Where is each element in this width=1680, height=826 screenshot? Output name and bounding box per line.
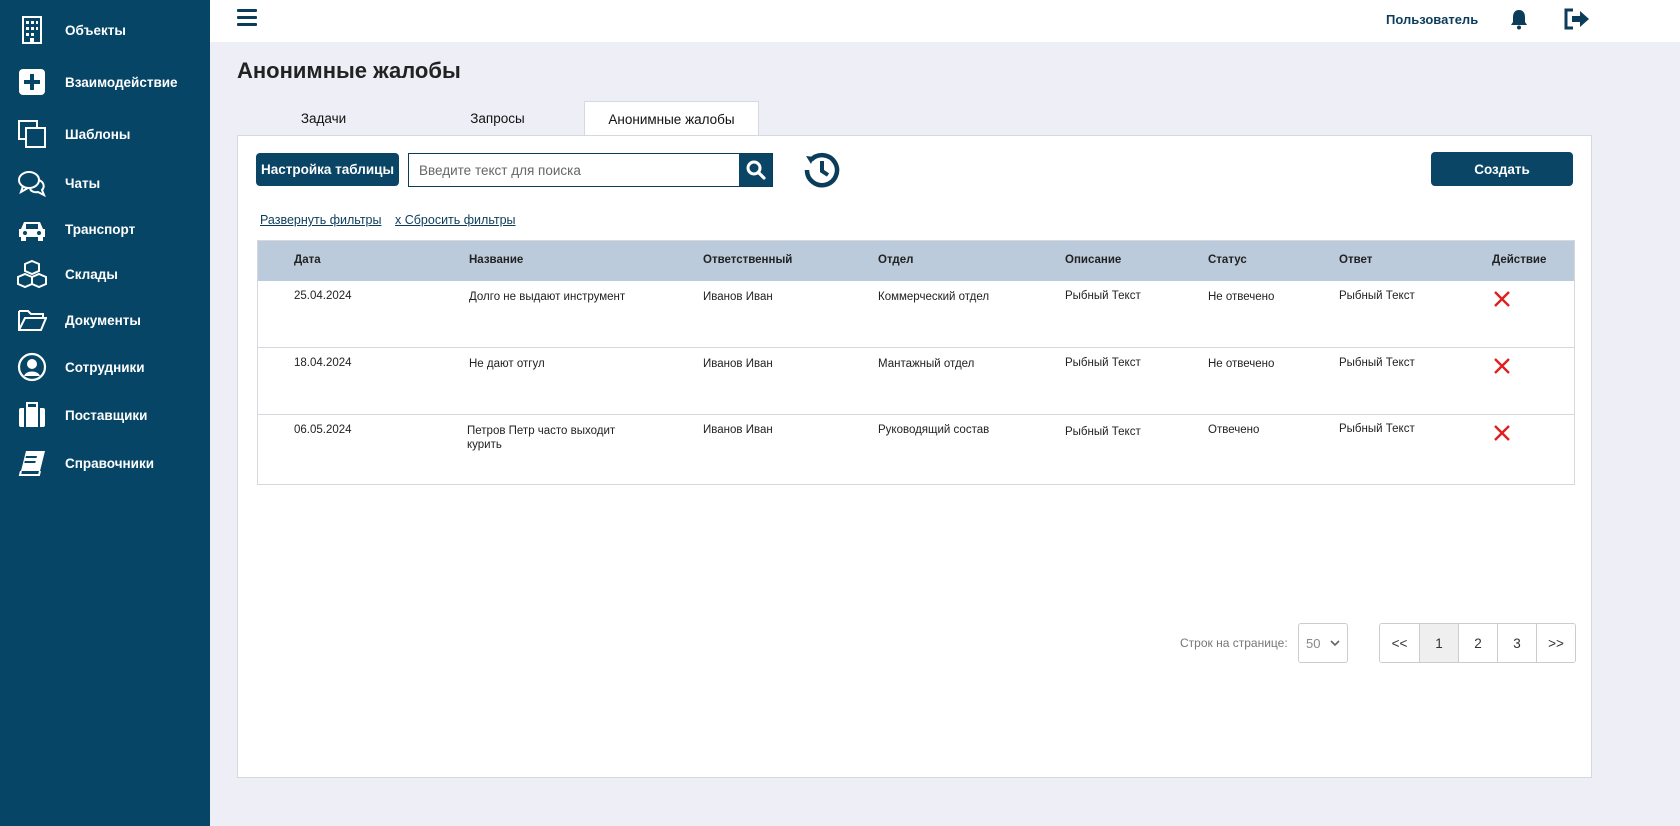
expand-filters-link[interactable]: Развернуть фильтры bbox=[260, 213, 382, 227]
table-row[interactable]: 25.04.2024 Долго не выдают инструмент Ив… bbox=[258, 281, 1574, 348]
sidebar-item-chats[interactable]: Чаты bbox=[0, 161, 210, 205]
page-button[interactable]: 3 bbox=[1497, 624, 1536, 662]
column-header-answer[interactable]: Ответ bbox=[1339, 254, 1372, 266]
plus-square-icon bbox=[16, 66, 48, 98]
cell-description: Рыбный Текст bbox=[1065, 426, 1141, 438]
create-button[interactable]: Создать bbox=[1431, 152, 1573, 186]
sidebar-item-documents[interactable]: Документы bbox=[0, 298, 210, 342]
user-menu-link[interactable]: Пользователь bbox=[1386, 12, 1478, 27]
book-icon bbox=[16, 447, 48, 479]
cell-department: Руководящий состав bbox=[878, 424, 990, 436]
cell-answer: Рыбный Текст bbox=[1339, 357, 1415, 369]
cell-name: Не дают отгул bbox=[469, 358, 545, 370]
bell-icon[interactable] bbox=[1508, 8, 1530, 30]
logout-icon[interactable] bbox=[1563, 7, 1591, 31]
table-row[interactable]: 18.04.2024 Не дают отгул Иванов Иван Ман… bbox=[258, 348, 1574, 415]
history-icon[interactable] bbox=[803, 151, 841, 189]
cell-answer: Рыбный Текст bbox=[1339, 290, 1415, 302]
delete-icon[interactable] bbox=[1492, 423, 1512, 443]
sidebar-item-reference[interactable]: Справочники bbox=[0, 441, 210, 485]
table-row[interactable]: 06.05.2024 Петров Петр часто выходит кур… bbox=[258, 416, 1574, 483]
menu-icon[interactable] bbox=[237, 9, 257, 29]
cell-responsible: Иванов Иван bbox=[703, 424, 773, 436]
rows-per-page-select[interactable]: 50 bbox=[1298, 623, 1348, 663]
sidebar-item-label: Склады bbox=[65, 266, 118, 282]
first-page-button[interactable]: << bbox=[1380, 624, 1419, 662]
column-header-responsible[interactable]: Ответственный bbox=[703, 254, 792, 266]
briefcase-icon bbox=[16, 399, 48, 431]
cell-responsible: Иванов Иван bbox=[703, 291, 773, 303]
sidebar-item-objects[interactable]: Объекты bbox=[0, 8, 210, 52]
car-icon bbox=[16, 213, 48, 245]
chat-icon bbox=[16, 167, 48, 199]
cell-answer: Рыбный Текст bbox=[1339, 423, 1415, 435]
cell-status: Не отвечено bbox=[1208, 291, 1275, 303]
page-title: Анонимные жалобы bbox=[237, 58, 461, 83]
cell-department: Мантажный отдел bbox=[878, 358, 975, 370]
cell-description: Рыбный Текст bbox=[1065, 290, 1141, 302]
sidebar-item-suppliers[interactable]: Поставщики bbox=[0, 393, 210, 437]
top-bar: Пользователь bbox=[210, 0, 1680, 42]
cell-department: Коммерческий отдел bbox=[878, 291, 990, 303]
sidebar-item-templates[interactable]: Шаблоны bbox=[0, 112, 210, 156]
delete-icon[interactable] bbox=[1492, 356, 1512, 376]
cell-responsible: Иванов Иван bbox=[703, 358, 773, 370]
building-icon bbox=[16, 14, 48, 46]
tab-requests[interactable]: Запросы bbox=[410, 101, 585, 135]
cell-status: Не отвечено bbox=[1208, 358, 1275, 370]
search-icon bbox=[746, 160, 766, 180]
chevron-down-icon bbox=[1330, 640, 1340, 647]
table-settings-button[interactable]: Настройка таблицы bbox=[256, 153, 399, 186]
delete-icon[interactable] bbox=[1492, 289, 1512, 309]
page-button[interactable]: 1 bbox=[1419, 624, 1458, 662]
page-button[interactable]: 2 bbox=[1458, 624, 1497, 662]
cell-date: 18.04.2024 bbox=[294, 357, 352, 369]
column-header-action: Действие bbox=[1492, 254, 1547, 266]
table-header: Дата Название Ответственный Отдел Описан… bbox=[258, 241, 1574, 281]
tab-tasks[interactable]: Задачи bbox=[236, 101, 411, 135]
sidebar-item-label: Сотрудники bbox=[65, 359, 145, 375]
boxes-icon bbox=[16, 258, 48, 290]
cell-date: 25.04.2024 bbox=[294, 290, 352, 302]
copy-icon bbox=[16, 118, 48, 150]
sidebar-item-interaction[interactable]: Взаимодействие bbox=[0, 60, 210, 104]
sidebar-item-label: Шаблоны bbox=[65, 126, 131, 142]
cell-status: Отвечено bbox=[1208, 424, 1260, 436]
search-button[interactable] bbox=[739, 154, 772, 186]
sidebar: Объекты Взаимодействие Шаблоны Чаты Тран… bbox=[0, 0, 210, 826]
complaints-table: Дата Название Ответственный Отдел Описан… bbox=[257, 240, 1575, 485]
column-header-name[interactable]: Название bbox=[469, 254, 523, 266]
sidebar-item-transport[interactable]: Транспорт bbox=[0, 207, 210, 251]
search-input[interactable] bbox=[409, 154, 739, 186]
tab-anonymous-complaints[interactable]: Анонимные жалобы bbox=[584, 101, 759, 136]
sidebar-item-label: Объекты bbox=[65, 22, 126, 38]
sidebar-item-label: Взаимодействие bbox=[65, 74, 178, 90]
sidebar-item-warehouses[interactable]: Склады bbox=[0, 252, 210, 296]
cell-name: Долго не выдают инструмент bbox=[469, 291, 626, 303]
last-page-button[interactable]: >> bbox=[1536, 624, 1575, 662]
rows-per-page-value: 50 bbox=[1306, 635, 1321, 651]
cell-date: 06.05.2024 bbox=[294, 424, 352, 436]
sidebar-item-label: Чаты bbox=[65, 175, 101, 191]
sidebar-item-employees[interactable]: Сотрудники bbox=[0, 345, 210, 389]
cell-name: Петров Петр часто выходит курить bbox=[467, 425, 616, 451]
cell-description: Рыбный Текст bbox=[1065, 357, 1141, 369]
column-header-date[interactable]: Дата bbox=[294, 254, 321, 266]
search-box bbox=[408, 153, 773, 187]
sidebar-item-label: Документы bbox=[65, 312, 141, 328]
reset-filters-link[interactable]: x Сбросить фильтры bbox=[395, 213, 516, 227]
rows-per-page-label: Строк на странице: bbox=[1180, 636, 1288, 650]
column-header-department[interactable]: Отдел bbox=[878, 254, 913, 266]
user-circle-icon bbox=[16, 351, 48, 383]
folder-icon bbox=[16, 304, 48, 336]
column-header-status[interactable]: Статус bbox=[1208, 254, 1247, 266]
column-header-description[interactable]: Описание bbox=[1065, 254, 1121, 266]
sidebar-item-label: Справочники bbox=[65, 455, 155, 471]
sidebar-item-label: Поставщики bbox=[65, 407, 148, 423]
sidebar-item-label: Транспорт bbox=[65, 221, 136, 237]
pagination: << 1 2 3 >> bbox=[1379, 623, 1576, 663]
